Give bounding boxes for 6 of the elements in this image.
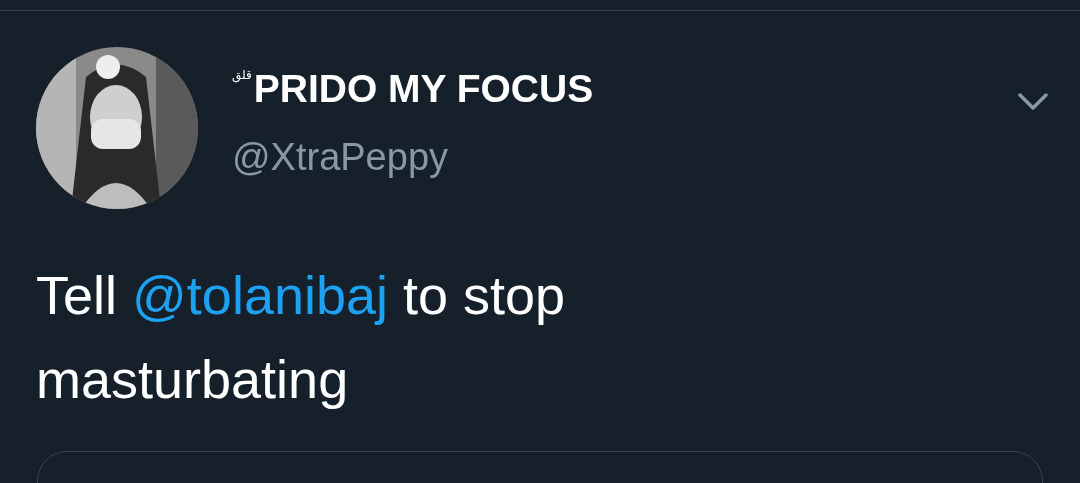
user-handle: @XtraPeppy xyxy=(232,135,449,180)
tweet-text: Tell @tolanibaj to stop masturbating xyxy=(36,264,567,411)
chevron-down-icon[interactable] xyxy=(1018,93,1048,111)
mention-link[interactable]: @tolanibaj xyxy=(132,265,388,325)
display-name: PRIDO MY FOCUS xyxy=(253,66,594,112)
name-symbol: قلق xyxy=(232,69,252,81)
